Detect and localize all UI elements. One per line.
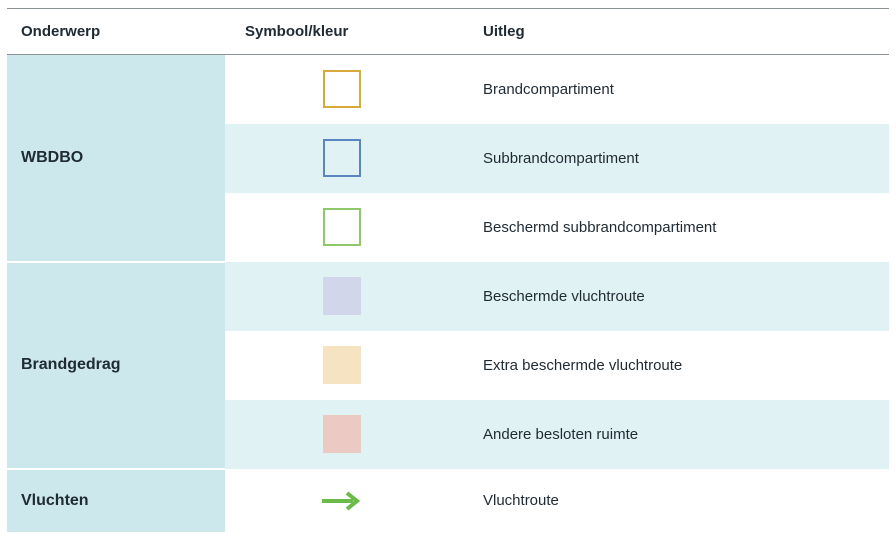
header-description: Uitleg	[459, 8, 889, 55]
header-symbol: Symbool/kleur	[225, 8, 459, 55]
arrow-right-icon	[322, 490, 361, 511]
outline-swatch	[323, 208, 361, 246]
group-label-brandgedrag: Brandgedrag	[7, 261, 225, 470]
table-row: WBDBO Brandcompartiment	[7, 54, 889, 263]
description-cell: Brandcompartiment	[459, 54, 889, 124]
description-cell: Beschermd subbrandcompartiment	[459, 192, 889, 262]
fill-swatch	[323, 277, 361, 315]
outline-swatch	[323, 70, 361, 109]
legend-table: Onderwerp Symbool/kleur Uitleg WBDBO Bra…	[7, 8, 889, 534]
symbol-cell	[225, 261, 459, 331]
symbol-cell	[225, 468, 459, 533]
group-label-wbdbo: WBDBO	[7, 54, 225, 263]
description-cell: Beschermde vluchtroute	[459, 261, 889, 331]
symbol-cell	[225, 192, 459, 262]
description-cell: Extra beschermde vluchtroute	[459, 330, 889, 400]
fill-swatch	[323, 415, 361, 453]
table-row: Vluchten Vluchtroute	[7, 468, 889, 534]
fill-swatch	[323, 346, 361, 384]
group-label-vluchten: Vluchten	[7, 468, 225, 534]
outline-swatch	[323, 139, 361, 177]
symbol-cell	[225, 330, 459, 400]
description-cell: Andere besloten ruimte	[459, 399, 889, 469]
table-row: Brandgedrag Beschermde vluchtroute	[7, 261, 889, 470]
header-topic: Onderwerp	[7, 8, 225, 55]
description-cell: Subbrandcompartiment	[459, 123, 889, 193]
header-row: Onderwerp Symbool/kleur Uitleg	[7, 8, 889, 55]
symbol-cell	[225, 399, 459, 469]
symbol-cell	[225, 54, 459, 124]
description-cell: Vluchtroute	[459, 468, 889, 533]
symbol-cell	[225, 123, 459, 193]
